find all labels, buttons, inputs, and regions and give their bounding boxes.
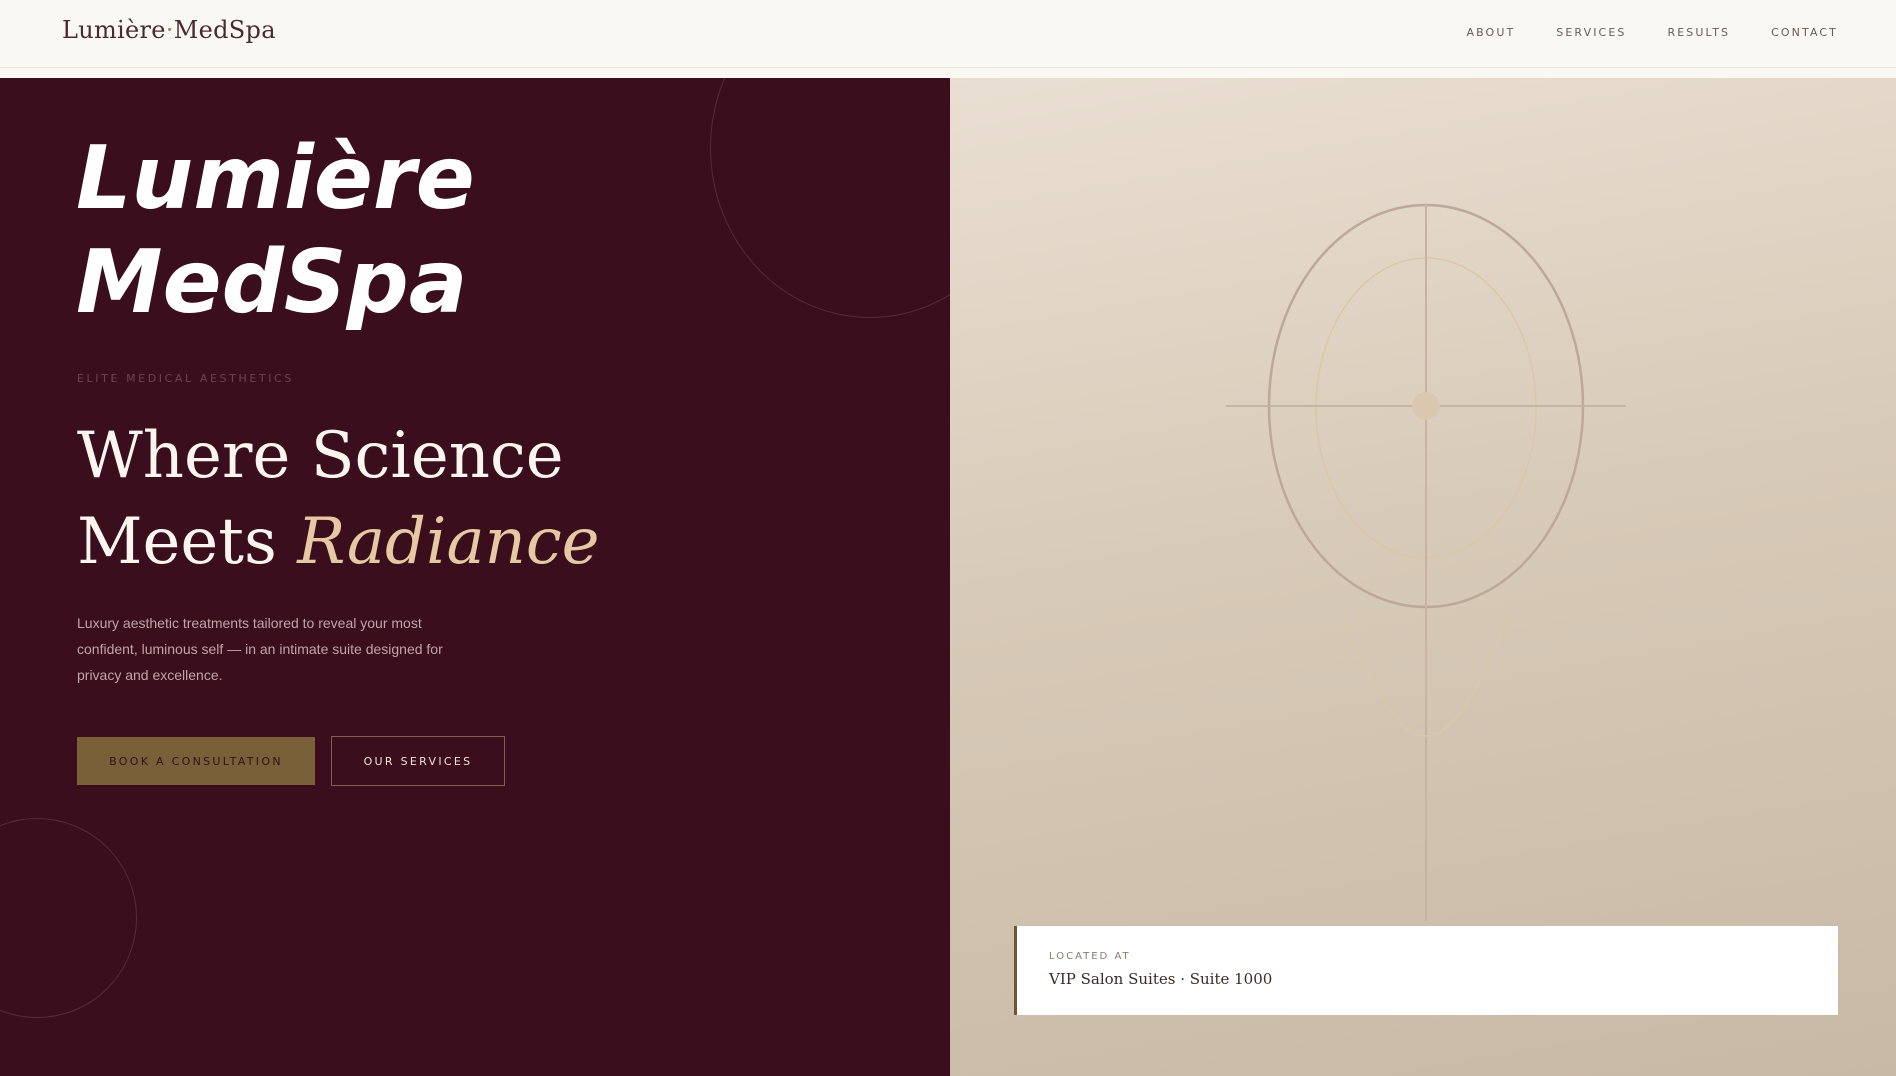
location-address: VIP Salon Suites · Suite 1000 [1049,970,1273,988]
location-card: LOCATED AT VIP Salon Suites · Suite 1000 [1014,926,1838,1015]
site-header: Lumière·MedSpa ABOUT SERVICES RESULTS CO… [0,0,1896,68]
hero-panel: Lumière MedSpa ELITE MEDICAL AESTHETICS … [0,78,950,1076]
hero-eyebrow: ELITE MEDICAL AESTHETICS [77,372,294,385]
nav-link-contact[interactable]: CONTACT [1771,26,1838,39]
our-services-button[interactable]: OUR SERVICES [331,736,505,786]
brand-separator: · [165,16,174,44]
hero-headline: Where Science Meets Radiance [77,413,600,585]
brand-logo[interactable]: Lumière·MedSpa [62,16,276,44]
headline-line-1: Where Science [77,419,564,493]
hero-title: Lumière MedSpa [76,126,475,334]
hero-description: Luxury aesthetic treatments tailored to … [77,615,443,683]
brand-name-second: MedSpa [173,16,276,44]
decorative-ring-icon [710,78,950,318]
location-label: LOCATED AT [1049,951,1131,962]
headline-line-2: Meets [77,505,298,579]
nav-link-about[interactable]: ABOUT [1466,26,1515,39]
hero-title-line-2: MedSpa [76,231,468,333]
nav-link-services[interactable]: SERVICES [1556,26,1626,39]
headline-accent: Radiance [297,505,600,579]
hero-visual: LOCATED AT VIP Salon Suites · Suite 1000 [950,78,1896,1076]
nav-link-results[interactable]: RESULTS [1667,26,1730,39]
brand-name-first: Lumière [62,16,166,44]
book-consultation-button[interactable]: BOOK A CONSULTATION [77,737,315,785]
hero-title-line-1: Lumière [76,127,475,229]
main-nav: ABOUT SERVICES RESULTS CONTACT [1466,26,1838,39]
decorative-ring-icon [0,818,137,1018]
